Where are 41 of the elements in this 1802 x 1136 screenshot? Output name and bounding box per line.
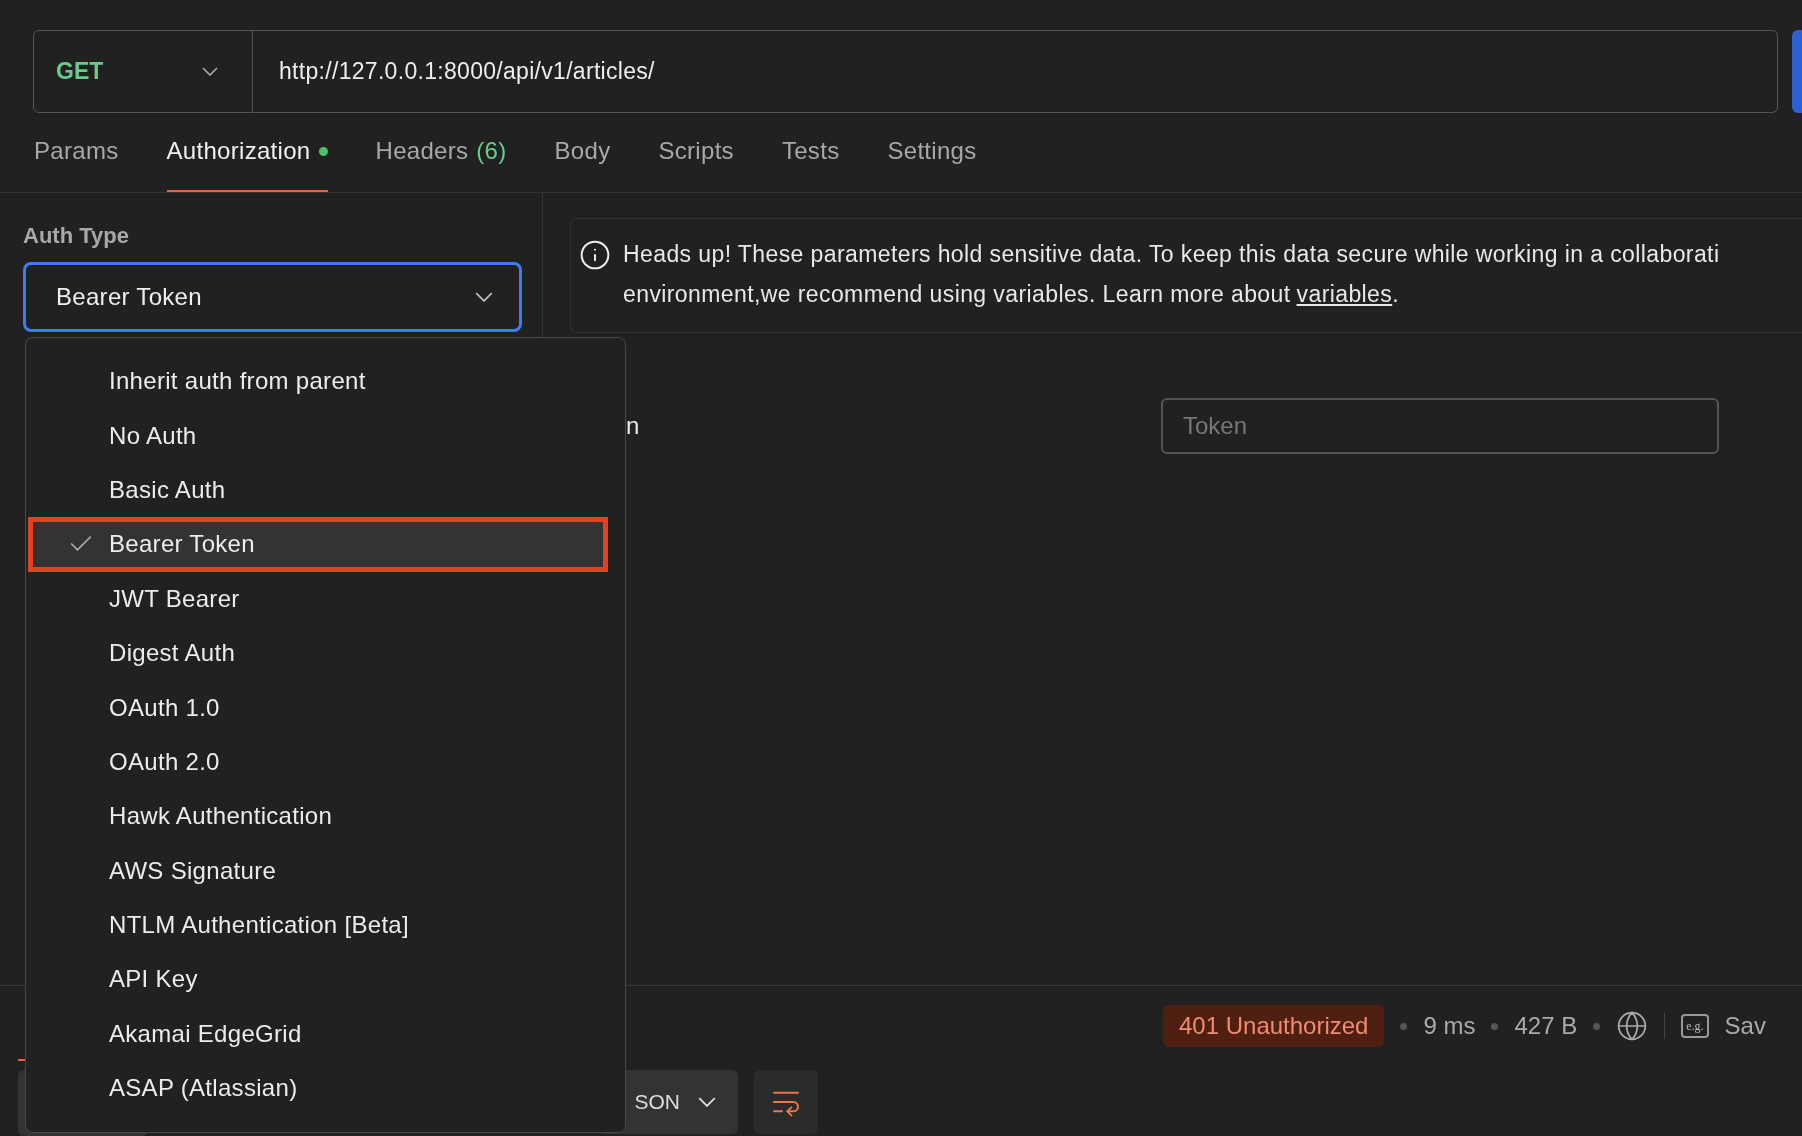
globe-icon[interactable]: [1616, 1010, 1649, 1042]
auth-type-select[interactable]: Bearer Token: [23, 261, 522, 332]
menu-item[interactable]: Hawk Authentication: [28, 789, 608, 844]
response-time: 9 ms: [1423, 1011, 1476, 1041]
token-field[interactable]: Token: [1161, 397, 1719, 454]
tab[interactable]: Headers (6): [375, 113, 507, 192]
chevron-down-icon: [475, 291, 493, 302]
menu-item[interactable]: No Auth: [28, 408, 608, 463]
menu-item[interactable]: AWS Signature: [28, 843, 608, 898]
wrap-lines-button[interactable]: [754, 1070, 818, 1134]
menu-item[interactable]: JWT Bearer: [28, 571, 608, 626]
save-response-button[interactable]: Sav: [1724, 1008, 1766, 1044]
method-selector[interactable]: GET: [33, 30, 253, 113]
menu-item[interactable]: NTLM Authentication [Beta]: [28, 897, 608, 953]
status-badge: 401 Unauthorized: [1163, 1005, 1385, 1047]
menu-item[interactable]: Digest Auth: [28, 625, 608, 681]
chevron-down-icon: [202, 67, 218, 76]
info-icon: [579, 238, 611, 271]
response-size: 427 B: [1514, 1011, 1578, 1041]
token-label: n: [626, 410, 641, 441]
notice-text: Heads up! These parameters hold sensitive data. To keep this data secure while working in a collaborati: [623, 239, 1720, 269]
tab[interactable]: Tests: [781, 113, 840, 192]
notice-text: environment,we recommend using variables. Learn more about: [623, 279, 1291, 309]
menu-item[interactable]: Basic Auth: [28, 462, 608, 518]
url-field[interactable]: http://127.0.0.1:8000/api/v1/articles/: [253, 30, 1778, 113]
menu-item[interactable]: OAuth 2.0: [28, 734, 608, 790]
tab[interactable]: Body: [554, 113, 611, 192]
variables-link[interactable]: variables: [1296, 273, 1393, 314]
menu-item[interactable]: API Key: [28, 952, 608, 1007]
tab[interactable]: Authorization: [166, 113, 328, 192]
menu-item[interactable]: Inherit auth from parent: [28, 354, 608, 409]
tab[interactable]: Params: [34, 113, 119, 192]
auth-type-label: Auth Type: [23, 221, 130, 250]
examples-icon[interactable]: e.g.: [1681, 1014, 1709, 1038]
menu-item[interactable]: Bearer Token: [28, 517, 608, 572]
tab[interactable]: Settings: [887, 113, 977, 192]
tab[interactable]: Scripts: [658, 113, 734, 192]
notice-text: .: [1392, 279, 1399, 309]
menu-item[interactable]: Akamai EdgeGrid: [28, 1006, 608, 1062]
chevron-down-icon: [698, 1097, 716, 1107]
menu-item[interactable]: OAuth 1.0: [28, 680, 608, 735]
